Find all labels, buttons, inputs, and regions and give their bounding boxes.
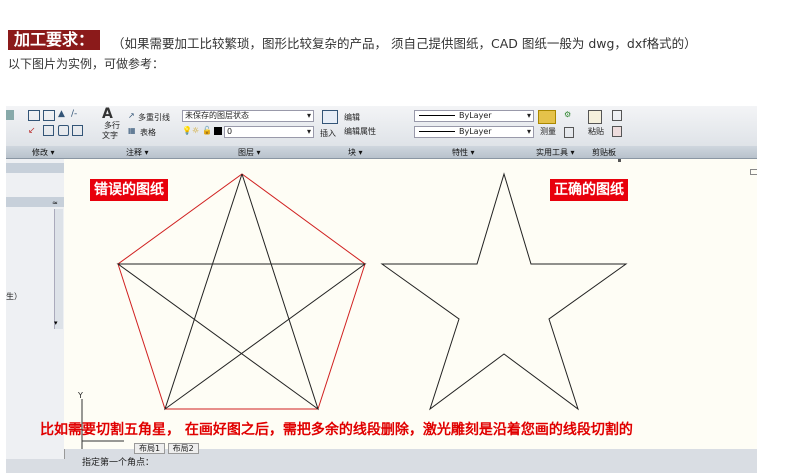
properties-palette: ≈ 生） ▾ — [6, 159, 65, 459]
command-line[interactable]: 指定第一个角点： — [82, 455, 154, 468]
quick-select-icon[interactable]: ⚙ — [564, 110, 571, 119]
array-icon[interactable] — [58, 125, 69, 136]
chevron-down-icon: ▾ — [306, 111, 311, 120]
line-sample — [419, 131, 455, 132]
trim-icon[interactable]: /- — [71, 109, 77, 119]
lineweight-dropdown[interactable]: ByLayer ▾ — [414, 126, 534, 138]
correct-drawing-label: 正确的图纸 — [550, 179, 628, 201]
layer-color-swatch — [214, 127, 222, 135]
requirement-note: （如果需要加工比较繁琐，图形比较复杂的产品， 须自己提供图纸，CAD 图纸一般为… — [112, 36, 697, 51]
fillet-icon[interactable] — [72, 125, 83, 136]
palette-header — [6, 163, 64, 173]
explanation-caption: 比如需要切割五角星， 在画好图之后，需把多余的线段删除，激光雕刻是沿着您画的线段… — [40, 422, 633, 438]
ucs-y-label: Y — [78, 391, 83, 400]
collapse-icon[interactable]: ≈ — [52, 199, 58, 207]
viewport-control-icon[interactable] — [750, 169, 757, 175]
palette-partial-text: 生） — [6, 292, 22, 301]
paste-icon[interactable] — [588, 110, 602, 124]
scroll-down-icon[interactable]: ▾ — [54, 319, 58, 327]
chevron-down-icon: ▾ — [526, 111, 531, 120]
ribbon-grip-icon — [618, 159, 621, 162]
layout-tabs: 布局1 布局2 — [134, 443, 199, 454]
cad-ribbon: ▲ /- ↙ A 多行 文字 ↗ 多重引线 ▦ 表格 未保存的图层状态 ▾ 💡 ☼… — [6, 106, 757, 147]
lock-icon[interactable]: 🔓 — [202, 126, 212, 135]
multileader-button[interactable]: 多重引线 — [138, 112, 170, 123]
mirror-icon[interactable]: ▲ — [58, 109, 65, 119]
panel-layers[interactable]: 图层 ▾ — [238, 147, 261, 158]
rectangle-icon[interactable] — [28, 110, 40, 121]
move-icon[interactable] — [6, 110, 14, 120]
page-title: 加工要求： — [8, 30, 101, 50]
pentagon-outline — [117, 173, 366, 410]
copy-clip-icon[interactable] — [612, 110, 622, 121]
edit-attribute-button[interactable]: 编辑属性 — [344, 126, 376, 137]
ribbon-panel-titles: 修改 ▾ 注释 ▾ 图层 ▾ 块 ▾ 特性 ▾ 实用工具 ▾ 剪贴板 — [6, 146, 757, 159]
layer-dropdown[interactable]: 0 ▾ — [224, 126, 314, 138]
match-props-icon[interactable] — [612, 126, 622, 137]
lightbulb-icon[interactable]: 💡 — [182, 126, 192, 135]
chevron-down-icon: ▾ — [306, 127, 311, 136]
scale-icon[interactable] — [43, 125, 54, 136]
multileader-icon[interactable]: ↗ — [128, 111, 135, 120]
line-sample — [419, 115, 455, 116]
linetype-value: ByLayer — [459, 111, 492, 120]
insert-icon[interactable] — [322, 110, 338, 124]
layer-state-value: 未保存的图层状态 — [185, 111, 249, 120]
rotate-icon[interactable]: ↙ — [28, 126, 36, 136]
text-label[interactable]: 文字 — [102, 130, 118, 141]
layer-value: 0 — [227, 127, 233, 136]
shapes-svg — [81, 172, 628, 449]
edit-button[interactable]: 编辑 — [344, 112, 360, 123]
linetype-dropdown[interactable]: ByLayer ▾ — [414, 110, 534, 122]
measure-button[interactable]: 测量 — [540, 126, 556, 137]
example-note: 以下图片为实例，可做参考： — [8, 57, 165, 71]
panel-properties[interactable]: 特性 ▾ — [452, 147, 475, 158]
wrong-star-lines — [116, 173, 367, 411]
cad-screenshot: ▲ /- ↙ A 多行 文字 ↗ 多重引线 ▦ 表格 未保存的图层状态 ▾ 💡 ☼… — [6, 106, 757, 473]
tab-layout2[interactable]: 布局2 — [167, 443, 199, 454]
copy-icon[interactable] — [43, 110, 55, 121]
panel-annotation[interactable]: 注释 ▾ — [126, 147, 149, 158]
correct-star-outline — [380, 172, 628, 411]
table-icon[interactable]: ▦ — [128, 126, 136, 135]
panel-block[interactable]: 块 ▾ — [348, 147, 363, 158]
chevron-down-icon: ▾ — [526, 127, 531, 136]
drawing-canvas[interactable]: 错误的图纸 正确的图纸 Y — [64, 159, 757, 449]
layer-state-dropdown[interactable]: 未保存的图层状态 ▾ — [182, 110, 314, 122]
panel-utilities[interactable]: 实用工具 ▾ — [536, 147, 575, 158]
sun-icon[interactable]: ☼ — [192, 126, 199, 135]
panel-modify[interactable]: 修改 ▾ — [32, 147, 55, 158]
lineweight-value: ByLayer — [459, 127, 492, 136]
calculator-icon[interactable] — [564, 127, 574, 138]
tab-layout1[interactable]: 布局1 — [134, 443, 166, 454]
measure-icon[interactable] — [538, 110, 556, 124]
palette-scrollbar[interactable] — [54, 209, 63, 329]
wrong-drawing-label: 错误的图纸 — [90, 179, 168, 201]
paste-button[interactable]: 粘贴 — [588, 126, 604, 137]
insert-button[interactable]: 插入 — [320, 128, 336, 139]
table-button[interactable]: 表格 — [140, 127, 156, 138]
panel-clipboard[interactable]: 剪贴板 — [592, 147, 616, 158]
